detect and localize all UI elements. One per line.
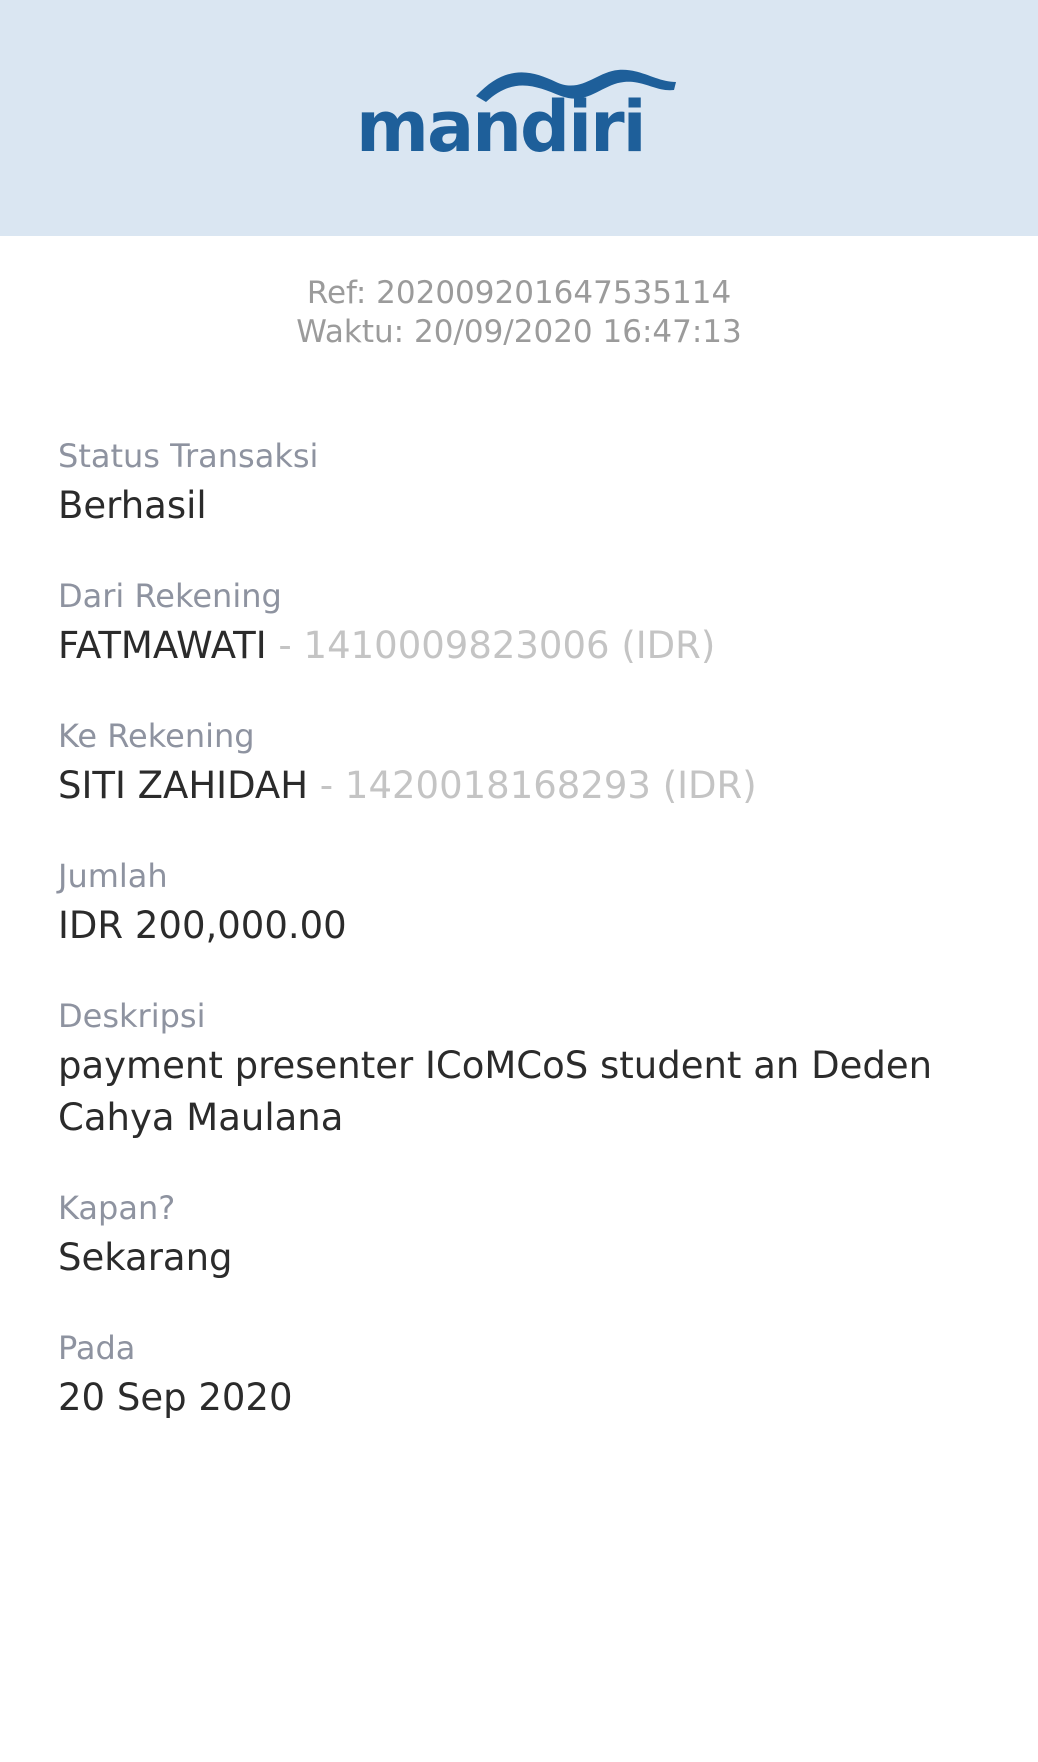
when-field: Kapan? Sekarang [58, 1188, 998, 1284]
date-field: Pada 20 Sep 2020 [58, 1328, 998, 1424]
status-label: Status Transaksi [58, 437, 319, 475]
from-account-name: FATMAWATI [58, 624, 267, 667]
status-value: Berhasil [58, 484, 207, 527]
header-banner: mandiri [0, 0, 1038, 236]
status-field: Status Transaksi Berhasil [58, 436, 998, 532]
from-account-number: - 1410009823006 (IDR) [266, 624, 716, 667]
reference-number: Ref: 202009201647535114 [306, 275, 732, 311]
date-label: Pada [58, 1329, 136, 1367]
transaction-time: Waktu: 20/09/2020 16:47:13 [296, 314, 742, 350]
transaction-meta: Ref: 202009201647535114 Waktu: 20/09/202… [0, 274, 1038, 352]
amount-field: Jumlah IDR 200,000.00 [58, 856, 998, 952]
when-value: Sekarang [58, 1236, 233, 1279]
transaction-details: Status Transaksi Berhasil Dari Rekening … [58, 436, 998, 1468]
when-label: Kapan? [58, 1189, 176, 1227]
amount-label: Jumlah [58, 857, 168, 895]
from-account-label: Dari Rekening [58, 577, 282, 615]
from-account-field: Dari Rekening FATMAWATI - 1410009823006 … [58, 576, 998, 672]
to-account-label: Ke Rekening [58, 717, 255, 755]
to-account-value: SITI ZAHIDAH - 1420018168293 (IDR) [58, 760, 998, 812]
to-account-number: - 1420018168293 (IDR) [308, 764, 757, 807]
description-field: Deskripsi payment presenter ICoMCoS stud… [58, 996, 998, 1144]
mandiri-logo: mandiri [356, 68, 680, 178]
description-value: payment presenter ICoMCoS student an Ded… [58, 1044, 933, 1139]
description-label: Deskripsi [58, 997, 206, 1035]
amount-value: IDR 200,000.00 [58, 904, 347, 947]
to-account-name: SITI ZAHIDAH [58, 764, 309, 807]
from-account-value: FATMAWATI - 1410009823006 (IDR) [58, 620, 998, 672]
date-value: 20 Sep 2020 [58, 1376, 293, 1419]
logo-text: mandiri [356, 86, 647, 168]
to-account-field: Ke Rekening SITI ZAHIDAH - 1420018168293… [58, 716, 998, 812]
